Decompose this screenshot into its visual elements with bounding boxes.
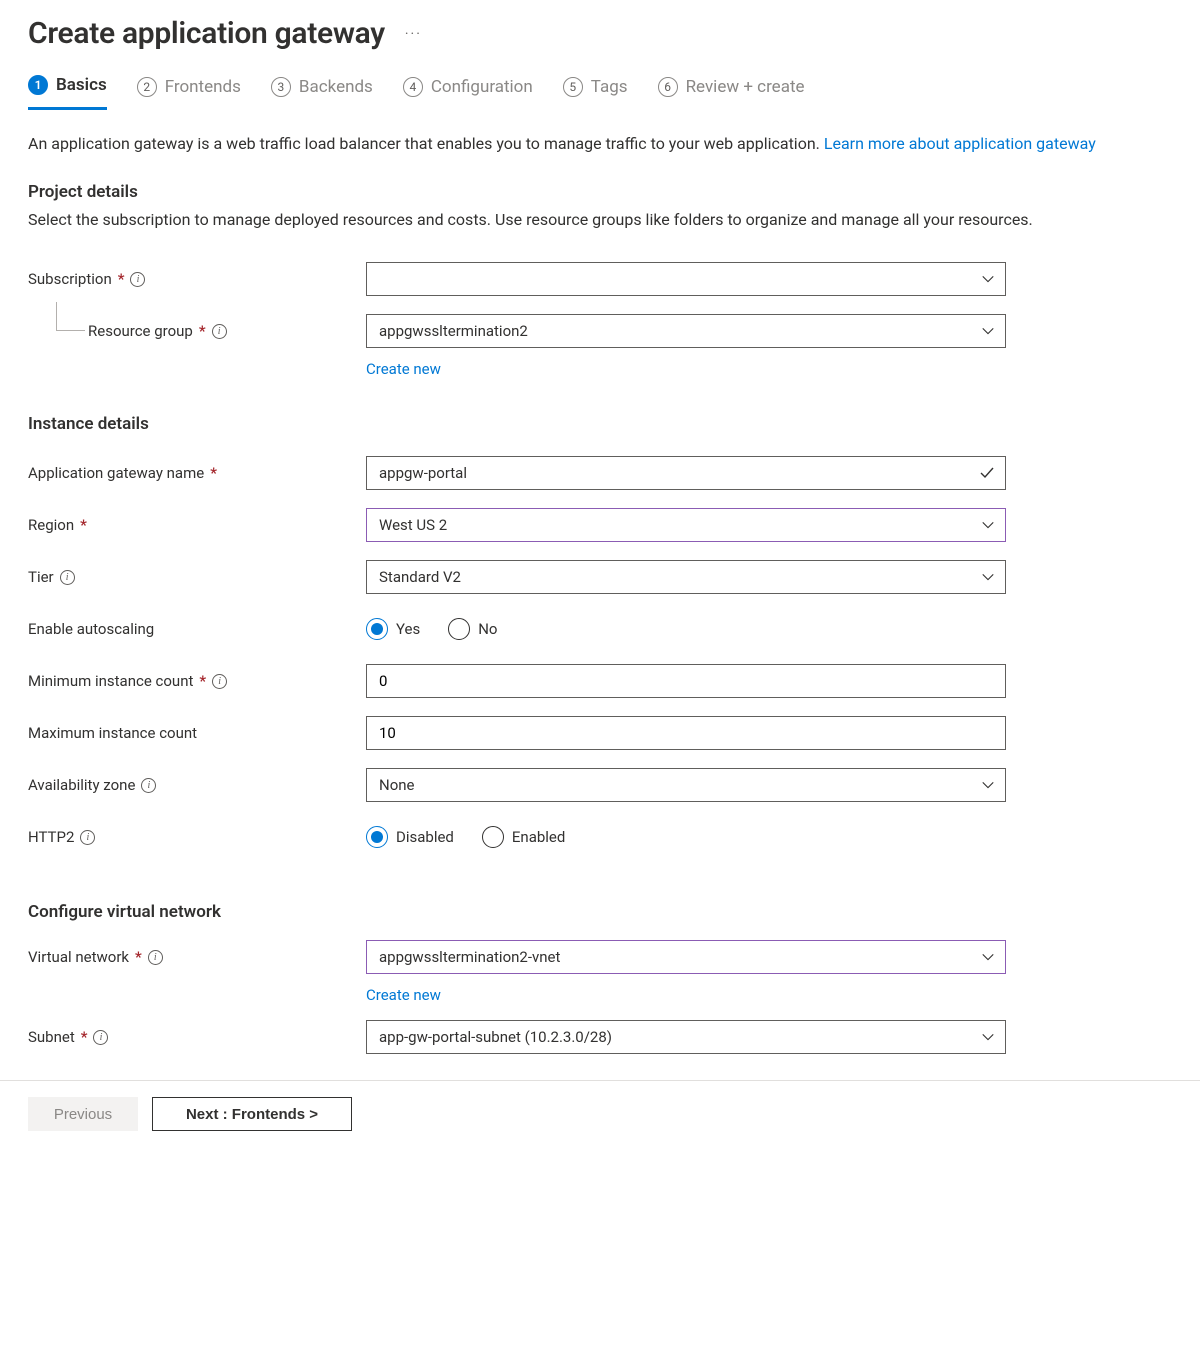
tab-frontends[interactable]: 2 Frontends	[137, 69, 241, 110]
tier-value: Standard V2	[379, 568, 461, 586]
section-project-details: Project details	[28, 182, 1172, 202]
http2-enabled-label: Enabled	[512, 828, 565, 846]
region-value: West US 2	[379, 516, 447, 534]
info-icon[interactable]: i	[130, 272, 145, 287]
chevron-down-icon	[981, 272, 995, 286]
tab-label: Review + create	[686, 77, 805, 97]
resource-group-select[interactable]: appgwssltermination2	[366, 314, 1006, 348]
tab-num: 3	[271, 77, 291, 97]
previous-button: Previous	[28, 1097, 138, 1131]
subnet-value: app-gw-portal-subnet (10.2.3.0/28)	[379, 1028, 612, 1046]
resource-group-value: appgwssltermination2	[379, 322, 528, 340]
http2-radio-group: Disabled Enabled	[366, 820, 1006, 854]
required-indicator: *	[135, 948, 142, 966]
section-instance-details: Instance details	[28, 414, 1172, 434]
info-icon[interactable]: i	[93, 1030, 108, 1045]
max-instance-label: Maximum instance count	[28, 724, 197, 742]
autoscale-radio-group: Yes No	[366, 612, 1006, 646]
autoscale-yes-label: Yes	[396, 620, 420, 638]
info-icon[interactable]: i	[148, 950, 163, 965]
vnet-select[interactable]: appgwssltermination2-vnet	[366, 940, 1006, 974]
region-select[interactable]: West US 2	[366, 508, 1006, 542]
section-project-sub: Select the subscription to manage deploy…	[28, 208, 1172, 232]
autoscale-label: Enable autoscaling	[28, 620, 154, 638]
subscription-select[interactable]	[366, 262, 1006, 296]
chevron-down-icon	[981, 950, 995, 964]
required-indicator: *	[80, 516, 87, 534]
az-value: None	[379, 776, 415, 794]
required-indicator: *	[199, 672, 206, 690]
info-icon[interactable]: i	[80, 830, 95, 845]
tab-label: Basics	[56, 75, 107, 95]
section-vnet: Configure virtual network	[28, 902, 1172, 922]
required-indicator: *	[210, 464, 217, 482]
chevron-down-icon	[981, 1030, 995, 1044]
chevron-down-icon	[981, 518, 995, 532]
autoscale-no-label: No	[478, 620, 497, 638]
info-icon[interactable]: i	[212, 324, 227, 339]
az-select[interactable]: None	[366, 768, 1006, 802]
tab-num: 5	[563, 77, 583, 97]
min-instance-input[interactable]	[366, 664, 1006, 698]
tab-basics[interactable]: 1 Basics	[28, 69, 107, 110]
http2-enabled-radio[interactable]	[482, 826, 504, 848]
info-icon[interactable]: i	[141, 778, 156, 793]
tab-num: 2	[137, 77, 157, 97]
autoscale-no-radio[interactable]	[448, 618, 470, 640]
tab-num: 1	[28, 75, 48, 95]
autoscale-yes-radio[interactable]	[366, 618, 388, 640]
required-indicator: *	[81, 1028, 88, 1046]
min-instance-label: Minimum instance count	[28, 672, 193, 690]
tab-review-create[interactable]: 6 Review + create	[658, 69, 805, 110]
http2-disabled-label: Disabled	[396, 828, 454, 846]
tier-select[interactable]: Standard V2	[366, 560, 1006, 594]
region-label: Region	[28, 516, 74, 534]
subscription-label: Subscription	[28, 270, 112, 288]
resource-group-label: Resource group	[88, 322, 193, 340]
wizard-footer: Previous Next : Frontends >	[0, 1080, 1200, 1155]
tab-backends[interactable]: 3 Backends	[271, 69, 373, 110]
http2-label: HTTP2	[28, 828, 74, 846]
tab-label: Tags	[591, 77, 628, 97]
page-title: Create application gateway	[28, 16, 385, 51]
chevron-down-icon	[981, 570, 995, 584]
tab-num: 6	[658, 77, 678, 97]
wizard-tabs: 1 Basics 2 Frontends 3 Backends 4 Config…	[28, 69, 1172, 110]
gateway-name-value: appgw-portal	[379, 464, 467, 482]
tab-label: Frontends	[165, 77, 241, 97]
next-button[interactable]: Next : Frontends >	[152, 1097, 352, 1131]
info-icon[interactable]: i	[212, 674, 227, 689]
tier-label: Tier	[28, 568, 54, 586]
az-label: Availability zone	[28, 776, 135, 794]
create-new-vnet-link[interactable]: Create new	[366, 986, 441, 1004]
tab-label: Configuration	[431, 77, 533, 97]
required-indicator: *	[199, 322, 206, 340]
gateway-name-label: Application gateway name	[28, 464, 204, 482]
gateway-name-input[interactable]: appgw-portal	[366, 456, 1006, 490]
tab-label: Backends	[299, 77, 373, 97]
vnet-value: appgwssltermination2-vnet	[379, 948, 560, 966]
max-instance-input[interactable]	[366, 716, 1006, 750]
create-new-rg-link[interactable]: Create new	[366, 360, 441, 378]
vnet-label: Virtual network	[28, 948, 129, 966]
intro-body: An application gateway is a web traffic …	[28, 134, 824, 153]
more-actions-button[interactable]: ···	[405, 26, 422, 42]
intro-text: An application gateway is a web traffic …	[28, 132, 1172, 156]
tab-num: 4	[403, 77, 423, 97]
http2-disabled-radio[interactable]	[366, 826, 388, 848]
required-indicator: *	[118, 270, 125, 288]
info-icon[interactable]: i	[60, 570, 75, 585]
learn-more-link[interactable]: Learn more about application gateway	[824, 134, 1096, 153]
tab-tags[interactable]: 5 Tags	[563, 69, 628, 110]
checkmark-icon	[979, 465, 995, 481]
subnet-select[interactable]: app-gw-portal-subnet (10.2.3.0/28)	[366, 1020, 1006, 1054]
chevron-down-icon	[981, 778, 995, 792]
tab-configuration[interactable]: 4 Configuration	[403, 69, 533, 110]
chevron-down-icon	[981, 324, 995, 338]
subnet-label: Subnet	[28, 1028, 75, 1046]
